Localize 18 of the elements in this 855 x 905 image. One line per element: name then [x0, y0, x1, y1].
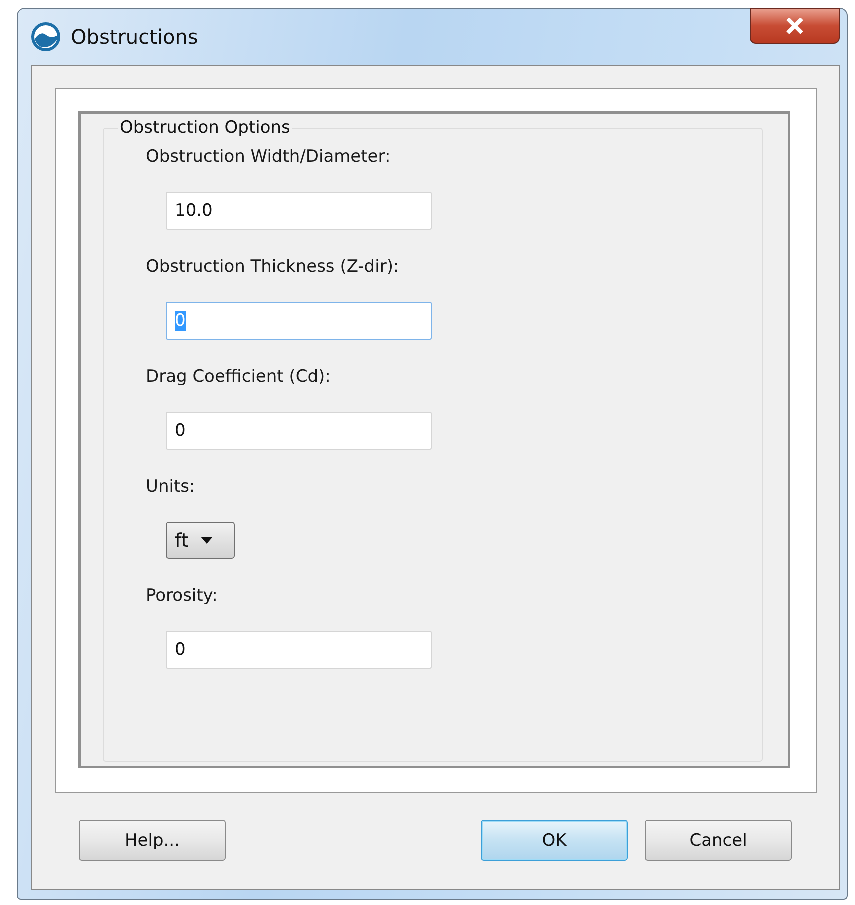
dialog-button[interactable]: Cancel [645, 820, 792, 861]
input-field[interactable]: 10.0 [166, 192, 432, 230]
field-label: Porosity: [146, 586, 219, 608]
field-label: Obstruction Thickness (Z-dir): [146, 257, 400, 279]
dialog-button[interactable]: OK [481, 820, 628, 861]
field-label: Drag Coefficient (Cd): [146, 367, 332, 389]
units-dropdown[interactable]: ft [166, 522, 235, 559]
dropdown-arrow-icon [200, 537, 213, 544]
input-field[interactable]: 0 [166, 412, 432, 450]
window-title: Obstructions [71, 25, 198, 49]
app-icon [31, 22, 61, 52]
close-button[interactable] [750, 8, 840, 44]
input-field[interactable]: 0 [166, 631, 432, 669]
close-icon [786, 18, 804, 34]
group-title: Obstruction Options [118, 118, 292, 138]
field-label: Obstruction Width/Diameter: [146, 147, 392, 169]
field-label: Units: [146, 477, 196, 499]
dialog-button[interactable]: Help... [79, 820, 226, 861]
